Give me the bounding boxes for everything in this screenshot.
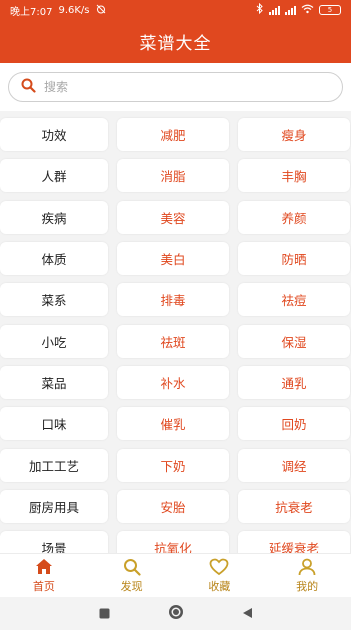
tag-button[interactable]: 减肥 (117, 118, 229, 152)
grid-row: 场景 抗氧化 延缓衰老 (0, 527, 351, 553)
alarm-off-icon (96, 4, 106, 17)
category-grid: 功效 减肥 瘦身 人群 消脂 丰胸 疾病 美容 养颜 体质 美白 防晒 菜系 排… (0, 111, 351, 553)
category-button[interactable]: 人群 (0, 159, 108, 193)
back-icon[interactable] (242, 604, 253, 623)
nav-home[interactable]: 首页 (0, 554, 88, 597)
battery-icon: 5 (319, 5, 341, 15)
home-icon (35, 558, 53, 576)
tag-button[interactable]: 排毒 (117, 283, 229, 317)
search-box[interactable] (8, 72, 343, 102)
category-button[interactable]: 小吃 (0, 324, 108, 358)
grid-row: 人群 消脂 丰胸 (0, 155, 351, 196)
category-button[interactable]: 口味 (0, 407, 108, 441)
nav-discover-label: 发现 (120, 579, 143, 593)
tag-button[interactable]: 防晒 (238, 242, 350, 276)
nav-profile[interactable]: 我的 (263, 554, 351, 597)
tag-button[interactable]: 保湿 (238, 324, 350, 358)
page-title: 菜谱大全 (139, 34, 212, 54)
tag-button[interactable]: 美容 (117, 200, 229, 234)
grid-row: 口味 催乳 回奶 (0, 403, 351, 444)
bluetooth-icon (256, 2, 264, 17)
grid-row: 菜品 补水 通乳 (0, 362, 351, 403)
battery-level: 5 (327, 5, 333, 14)
tag-button[interactable]: 抗氧化 (117, 531, 229, 553)
home-circle-icon[interactable] (168, 604, 184, 624)
category-button[interactable]: 功效 (0, 118, 108, 152)
nav-favorites[interactable]: 收藏 (176, 554, 264, 597)
grid-row: 体质 美白 防晒 (0, 238, 351, 279)
nav-profile-label: 我的 (296, 579, 319, 593)
category-button[interactable]: 菜品 (0, 365, 108, 399)
wifi-icon (301, 4, 314, 17)
grid-row: 小吃 祛斑 保湿 (0, 320, 351, 361)
grid-row: 疾病 美容 养颜 (0, 197, 351, 238)
tag-button[interactable]: 延缓衰老 (238, 531, 350, 553)
search-icon (123, 558, 141, 576)
user-icon (298, 558, 316, 576)
tag-button[interactable]: 回奶 (238, 407, 350, 441)
tag-button[interactable]: 下奶 (117, 448, 229, 482)
tag-button[interactable]: 催乳 (117, 407, 229, 441)
category-button[interactable]: 场景 (0, 531, 108, 553)
search-input[interactable] (44, 80, 304, 94)
heart-icon (209, 558, 229, 576)
tag-button[interactable]: 美白 (117, 242, 229, 276)
category-button[interactable]: 厨房用具 (0, 489, 108, 523)
signal-icon-2 (285, 5, 296, 15)
recent-apps-icon[interactable] (99, 604, 110, 623)
grid-row: 功效 减肥 瘦身 (0, 114, 351, 155)
tag-button[interactable]: 补水 (117, 365, 229, 399)
bottom-nav: 首页 发现 收藏 我的 (0, 553, 351, 597)
category-button[interactable]: 体质 (0, 242, 108, 276)
status-time: 晚上7:07 (10, 6, 53, 18)
grid-row: 厨房用具 安胎 抗衰老 (0, 486, 351, 527)
nav-discover[interactable]: 发现 (88, 554, 176, 597)
tag-button[interactable]: 祛斑 (117, 324, 229, 358)
system-nav-bar (0, 597, 351, 630)
tag-button[interactable]: 安胎 (117, 489, 229, 523)
tag-button[interactable]: 调经 (238, 448, 350, 482)
tag-button[interactable]: 瘦身 (238, 118, 350, 152)
search-bar (0, 63, 351, 111)
nav-favorites-label: 收藏 (208, 579, 231, 593)
status-bar: 晚上7:07 9.6K/s 5 (0, 0, 351, 20)
search-icon (21, 78, 36, 97)
tag-button[interactable]: 通乳 (238, 365, 350, 399)
tag-button[interactable]: 祛痘 (238, 283, 350, 317)
category-button[interactable]: 菜系 (0, 283, 108, 317)
category-button[interactable]: 加工工艺 (0, 448, 108, 482)
app-header: 菜谱大全 (0, 20, 351, 63)
tag-button[interactable]: 养颜 (238, 200, 350, 234)
category-button[interactable]: 疾病 (0, 200, 108, 234)
tag-button[interactable]: 消脂 (117, 159, 229, 193)
tag-button[interactable]: 丰胸 (238, 159, 350, 193)
status-net-speed: 9.6K/s (58, 4, 90, 16)
tag-button[interactable]: 抗衰老 (238, 489, 350, 523)
nav-home-label: 首页 (32, 579, 55, 593)
signal-icon-1 (269, 5, 280, 15)
grid-row: 菜系 排毒 祛痘 (0, 279, 351, 320)
grid-row: 加工工艺 下奶 调经 (0, 444, 351, 485)
